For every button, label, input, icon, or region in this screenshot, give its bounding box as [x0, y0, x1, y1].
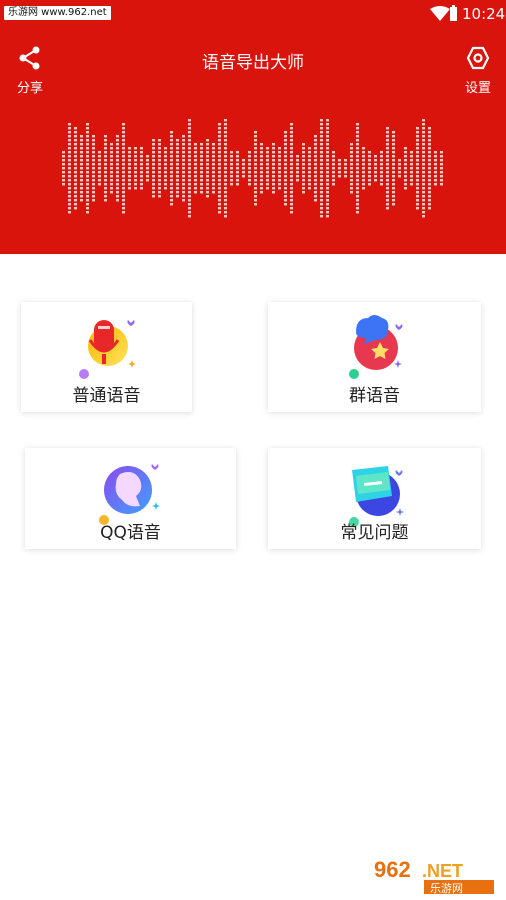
svg-text:乐游网: 乐游网: [430, 882, 463, 895]
card-normal-voice[interactable]: 普通语音: [21, 302, 192, 412]
share-label: 分享: [16, 81, 43, 96]
microphone-icon: [78, 320, 136, 379]
status-bar: 乐游网 www.962.net 10:24: [0, 0, 506, 28]
svg-text:962: 962: [374, 857, 411, 882]
status-time: 10:24: [462, 5, 506, 23]
battery-icon: [450, 5, 457, 21]
gear-icon: [466, 46, 490, 70]
card-label: 普通语音: [72, 386, 141, 406]
svg-text:.NET: .NET: [422, 861, 463, 881]
header: 乐游网 www.962.net 10:24 分享 语音导出大师 设置: [0, 0, 506, 254]
card-label: QQ语音: [100, 523, 161, 543]
group-chat-icon: [348, 315, 403, 379]
sound-wave-graphic: [62, 119, 443, 218]
card-faq[interactable]: 常见问题: [268, 448, 481, 549]
card-label: 群语音: [349, 386, 400, 406]
card-label: 常见问题: [340, 523, 409, 543]
wifi-icon: [430, 6, 450, 21]
settings-label: 设置: [464, 81, 491, 96]
settings-button[interactable]: 设置: [456, 46, 500, 96]
site-logo-watermark: 962 .NET 乐游网: [374, 857, 494, 895]
card-group-voice[interactable]: 群语音: [268, 302, 481, 412]
site-watermark: 乐游网 www.962.net: [4, 6, 111, 20]
card-qq-voice[interactable]: QQ语音: [25, 448, 236, 549]
app-title: 语音导出大师: [202, 53, 304, 73]
